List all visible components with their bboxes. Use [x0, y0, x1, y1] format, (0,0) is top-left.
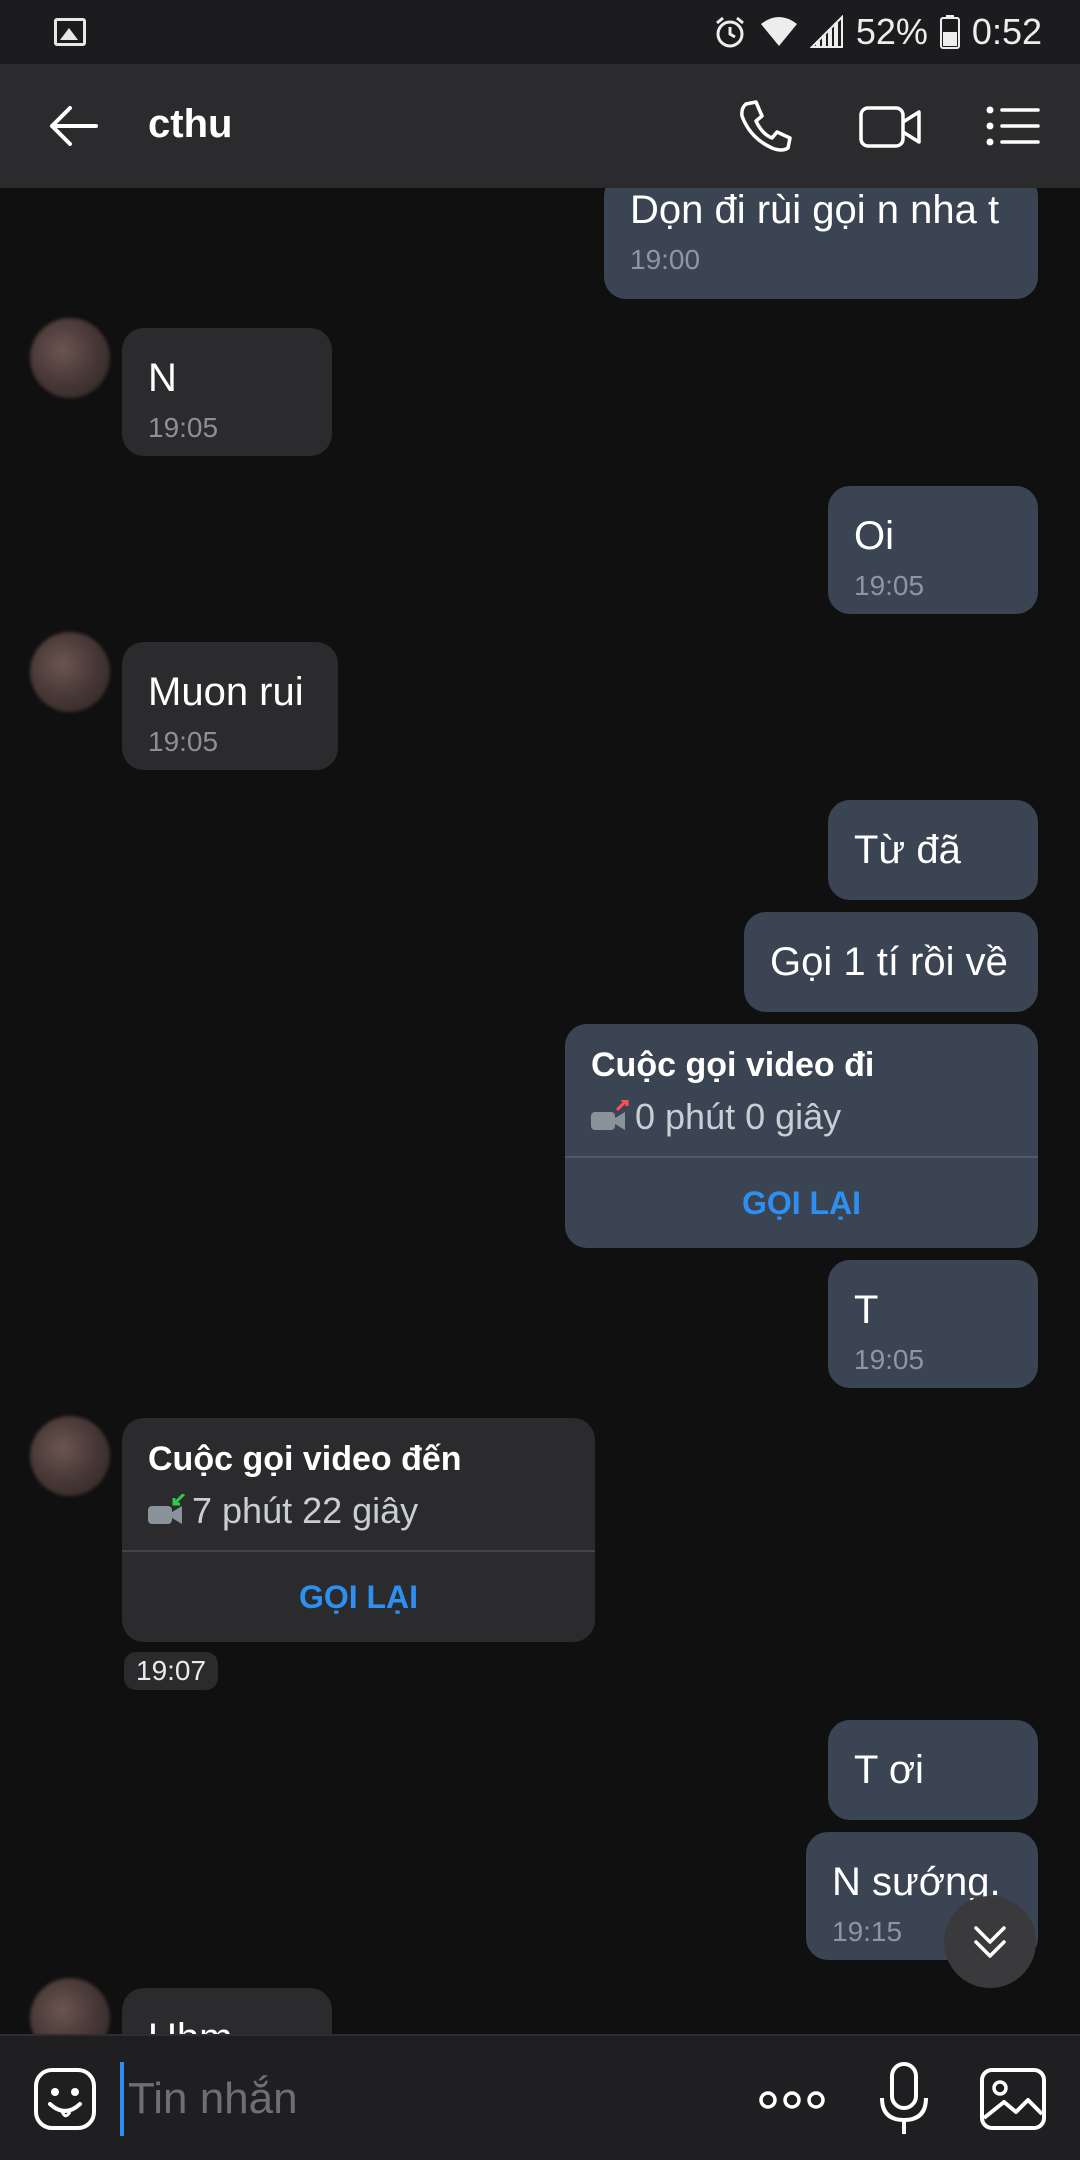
message-text: Gọi 1 tí rồi về — [770, 940, 1008, 984]
photo-button[interactable] — [978, 2066, 1048, 2132]
message-time: 19:05 — [854, 1344, 925, 1375]
message-bubble-outgoing[interactable]: Oi 19:05 — [828, 486, 1038, 614]
scroll-to-bottom-button[interactable] — [944, 1896, 1036, 1988]
call-back-button[interactable]: GỌI LẠI — [565, 1158, 1038, 1248]
message-text: Dọn đi rùi gọi n nha t — [630, 188, 1000, 232]
battery-percent: 52% — [855, 11, 928, 52]
message-text: Muon rui — [148, 670, 304, 714]
incoming-video-call-icon — [148, 1492, 188, 1528]
status-bar: 52% 0:52 — [0, 0, 1080, 64]
wifi-icon — [760, 16, 798, 48]
image-icon — [54, 18, 86, 46]
message-text: Oi — [854, 514, 894, 558]
avatar[interactable] — [30, 632, 110, 712]
voice-call-button[interactable] — [732, 94, 802, 158]
message-time: 19:07 — [124, 1652, 219, 1690]
menu-list-icon — [986, 106, 1040, 146]
call-duration: 7 phút 22 giây — [192, 1490, 419, 1531]
message-text: Uhm — [148, 2014, 306, 2034]
more-options-button[interactable] — [756, 2076, 828, 2124]
outgoing-video-call-icon — [591, 1098, 631, 1134]
message-text: N — [148, 356, 177, 400]
message-bubble-outgoing[interactable]: Từ đã — [828, 800, 1038, 900]
image-gallery-icon — [980, 2068, 1046, 2130]
message-list[interactable]: Dọn đi rùi gọi n nha t 19:00 N 19:05 Oi … — [0, 188, 1080, 2034]
message-bubble-outgoing[interactable]: Dọn đi rùi gọi n nha t 19:00 — [604, 188, 1038, 299]
more-dots-icon — [759, 2091, 825, 2109]
message-bubble-incoming[interactable]: N 19:05 — [122, 328, 332, 456]
message-time: 19:00 — [630, 244, 701, 275]
message-time: 19:05 — [148, 726, 219, 757]
message-bubble-outgoing[interactable]: Gọi 1 tí rồi về — [744, 912, 1038, 1012]
message-time: 19:05 — [148, 412, 219, 443]
sticker-button[interactable] — [32, 2066, 98, 2132]
battery-icon — [939, 15, 960, 49]
message-bubble-incoming[interactable]: Muon rui 19:05 — [122, 642, 338, 770]
avatar[interactable] — [30, 1978, 110, 2034]
message-text: Từ đã — [854, 828, 961, 872]
menu-button[interactable] — [980, 94, 1050, 158]
alarm-icon — [712, 14, 748, 50]
message-bubble-outgoing[interactable]: T ơi — [828, 1720, 1038, 1820]
clock: 0:52 — [971, 11, 1042, 52]
message-input[interactable] — [120, 2062, 720, 2136]
call-title: Cuộc gọi video đi — [591, 1046, 875, 1084]
message-time: 19:05 — [854, 570, 925, 601]
message-bubble-outgoing[interactable]: T 19:05 — [828, 1260, 1038, 1388]
voice-record-button[interactable] — [878, 2060, 930, 2138]
back-button[interactable] — [42, 94, 106, 158]
incoming-video-call-card: Cuộc gọi video đến 7 phút 22 giây GỌI LẠ… — [122, 1418, 595, 1642]
avatar[interactable] — [30, 1416, 110, 1496]
sticker-face-icon — [34, 2068, 96, 2130]
message-text: T ơi — [854, 1748, 924, 1792]
phone-icon — [740, 100, 792, 152]
signal-icon — [809, 15, 844, 49]
message-bubble-incoming[interactable]: Uhm — [122, 1988, 332, 2034]
video-camera-icon — [859, 106, 921, 148]
chat-header: cthu — [0, 64, 1080, 188]
call-title: Cuộc gọi video đến — [148, 1440, 462, 1478]
double-chevron-down-icon — [974, 1926, 1006, 1958]
message-input-bar — [0, 2034, 1080, 2160]
back-arrow-icon — [50, 106, 98, 146]
call-duration: 0 phút 0 giây — [635, 1096, 842, 1137]
microphone-icon — [880, 2062, 928, 2134]
chat-title[interactable]: cthu — [148, 102, 232, 147]
avatar[interactable] — [30, 318, 110, 398]
status-icons: 52% 0:52 — [712, 10, 1042, 54]
outgoing-video-call-card: Cuộc gọi video đi 0 phút 0 giây GỌI LẠI — [565, 1024, 1038, 1248]
call-back-button[interactable]: GỌI LẠI — [122, 1552, 595, 1642]
message-text: T — [854, 1288, 879, 1332]
video-call-button[interactable] — [855, 94, 925, 158]
